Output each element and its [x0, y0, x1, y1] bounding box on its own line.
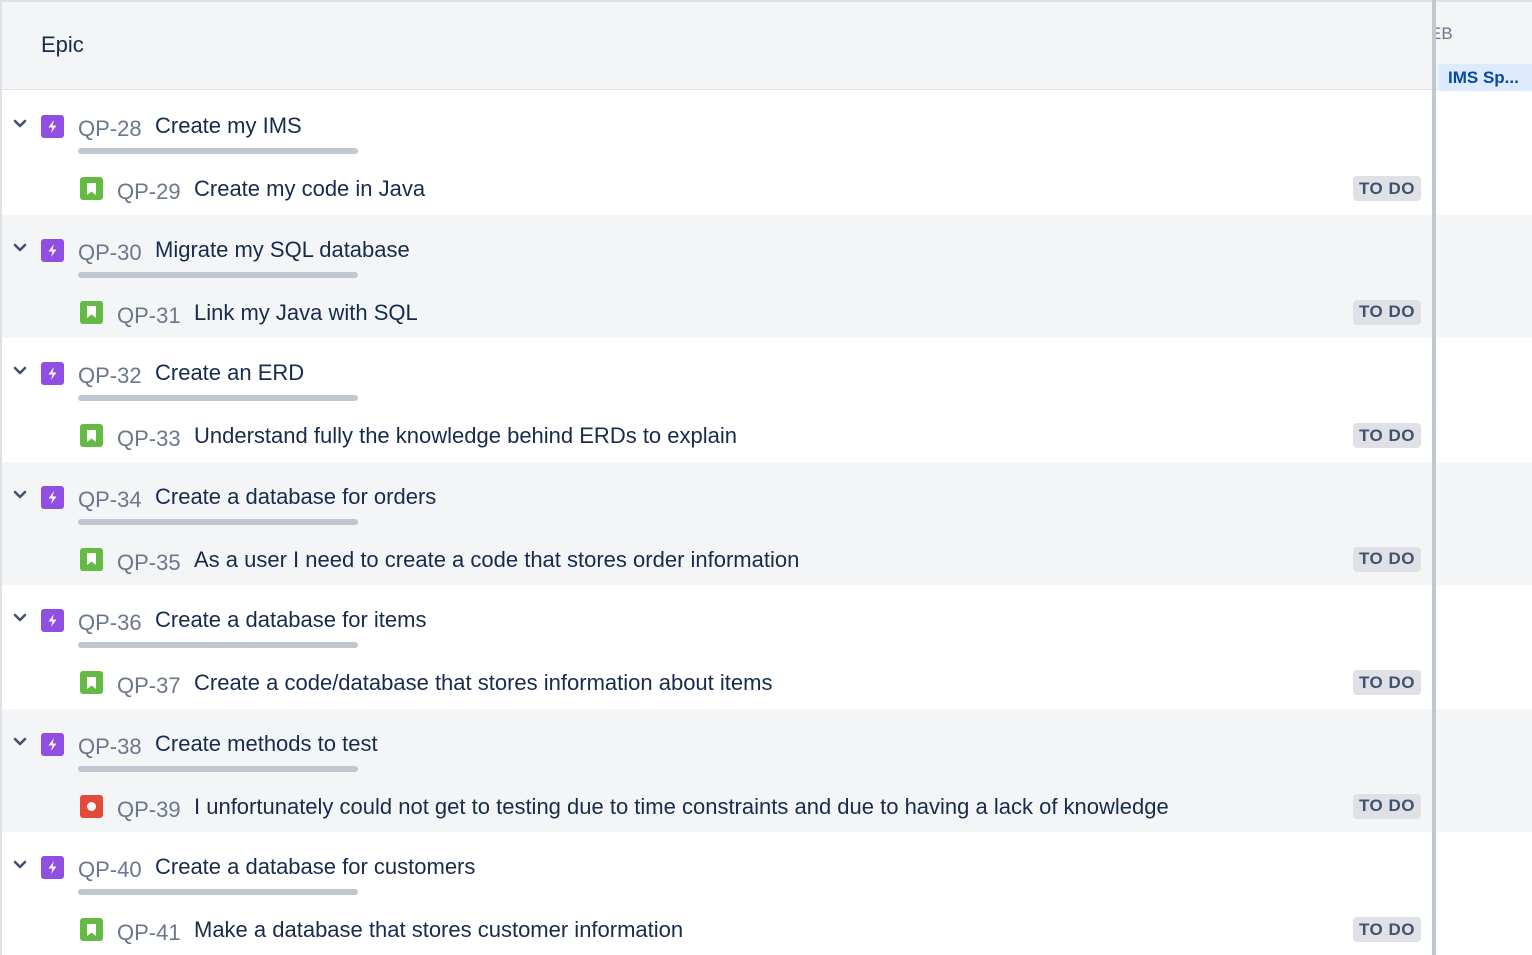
month-label: EB: [1436, 24, 1453, 43]
timeline-row: [1436, 214, 1532, 338]
epic-lightning-icon: [41, 485, 64, 509]
epic-group: QP-32 Create an ERD QP-33 Understand fully …: [2, 338, 1434, 462]
epic-lightning-icon: [41, 732, 64, 756]
epic-key[interactable]: QP-32: [78, 363, 142, 389]
timeline-row: [1436, 585, 1532, 709]
epic-progress-bar: [78, 518, 358, 525]
epic-list-panel: Epic QP-28 Create my IMS QP-29 Create my co…: [0, 0, 1434, 955]
epic-title[interactable]: Create an ERD: [155, 360, 304, 386]
story-bookmark-icon: [80, 918, 103, 941]
status-badge[interactable]: TO DO: [1353, 176, 1421, 201]
issue-title[interactable]: Create my code in Java: [194, 176, 425, 202]
timeline-row: [1436, 461, 1532, 585]
epic-progress-bar: [78, 889, 358, 895]
issue-key[interactable]: QP-29: [117, 179, 181, 205]
epic-key[interactable]: QP-36: [78, 610, 142, 636]
status-badge[interactable]: TO DO: [1353, 423, 1421, 448]
status-badge[interactable]: TO DO: [1353, 793, 1421, 819]
epic-group: QP-30 Migrate my SQL database QP-31 Link my…: [2, 214, 1434, 338]
status-badge[interactable]: TO DO: [1353, 917, 1421, 942]
issue-title[interactable]: Make a database that stores customer inf…: [194, 917, 683, 943]
timeline-panel: EB IMS Sp...: [1436, 0, 1532, 955]
epic-lightning-icon: [41, 856, 64, 879]
story-bookmark-icon: [80, 424, 103, 447]
collapse-chevron-icon[interactable]: [11, 486, 29, 504]
epic-group: QP-40 Create a database for customers QP-4…: [2, 832, 1434, 955]
issue-key[interactable]: QP-41: [117, 920, 181, 946]
timeline-row: [1436, 708, 1532, 832]
epic-rows: QP-28 Create my IMS QP-29 Create my code in…: [2, 91, 1434, 955]
status-badge[interactable]: TO DO: [1353, 299, 1421, 325]
epic-key[interactable]: QP-40: [78, 857, 142, 883]
epic-lightning-icon: [41, 115, 64, 138]
sprint-marker[interactable]: IMS Sp...: [1438, 64, 1532, 91]
collapse-chevron-icon[interactable]: [11, 362, 29, 380]
story-bookmark-icon: [80, 671, 103, 694]
epic-title[interactable]: Create a database for items: [155, 607, 426, 633]
epic-group: QP-34 Create a database for orders QP-35 As…: [2, 461, 1434, 585]
story-bookmark-icon: [80, 300, 103, 324]
epic-title[interactable]: Create a database for customers: [155, 854, 475, 880]
epic-progress-bar: [78, 271, 358, 278]
epic-title[interactable]: Create methods to test: [155, 731, 378, 757]
epic-title[interactable]: Create a database for orders: [155, 484, 436, 510]
epic-progress-bar: [78, 395, 358, 401]
timeline-row: [1436, 832, 1532, 955]
timeline-header: EB IMS Sp...: [1436, 0, 1532, 91]
column-header: Epic: [2, 0, 1434, 90]
collapse-chevron-icon[interactable]: [11, 856, 29, 874]
column-title: Epic: [41, 32, 84, 57]
bug-icon: [80, 794, 103, 818]
epic-lightning-icon: [41, 609, 64, 632]
epic-key[interactable]: QP-30: [78, 240, 142, 266]
epic-key[interactable]: QP-38: [78, 734, 142, 760]
epic-progress-bar: [78, 642, 358, 648]
status-badge[interactable]: TO DO: [1353, 670, 1421, 695]
epic-progress-bar: [78, 765, 358, 772]
issue-title[interactable]: Understand fully the knowledge behind ER…: [194, 423, 737, 449]
issue-key[interactable]: QP-33: [117, 426, 181, 452]
collapse-chevron-icon[interactable]: [11, 609, 29, 627]
issue-title[interactable]: I unfortunately could not get to testing…: [194, 794, 1169, 820]
epic-progress-bar: [78, 148, 358, 154]
epic-key[interactable]: QP-34: [78, 487, 142, 513]
status-badge[interactable]: TO DO: [1353, 546, 1421, 572]
issue-title[interactable]: Create a code/database that stores infor…: [194, 670, 772, 696]
issue-key[interactable]: QP-37: [117, 673, 181, 699]
epic-lightning-icon: [41, 238, 64, 262]
epic-group: QP-36 Create a database for items QP-37 Cre…: [2, 585, 1434, 709]
timeline-row: [1436, 91, 1532, 215]
epic-title[interactable]: Migrate my SQL database: [155, 237, 410, 263]
epic-group: QP-38 Create methods to test QP-39 I unfort…: [2, 708, 1434, 832]
story-bookmark-icon: [80, 177, 103, 200]
collapse-chevron-icon[interactable]: [11, 733, 29, 751]
epic-key[interactable]: QP-28: [78, 116, 142, 142]
issue-key[interactable]: QP-31: [117, 303, 181, 329]
issue-key[interactable]: QP-35: [117, 550, 181, 576]
issue-title[interactable]: As a user I need to create a code that s…: [194, 547, 799, 573]
epic-title[interactable]: Create my IMS: [155, 113, 302, 139]
timeline-row: [1436, 338, 1532, 462]
epic-lightning-icon: [41, 362, 64, 385]
epic-group: QP-28 Create my IMS QP-29 Create my code in…: [2, 91, 1434, 215]
issue-key[interactable]: QP-39: [117, 797, 181, 823]
story-bookmark-icon: [80, 547, 103, 571]
issue-title[interactable]: Link my Java with SQL: [194, 300, 418, 326]
collapse-chevron-icon[interactable]: [11, 115, 29, 133]
collapse-chevron-icon[interactable]: [11, 239, 29, 257]
